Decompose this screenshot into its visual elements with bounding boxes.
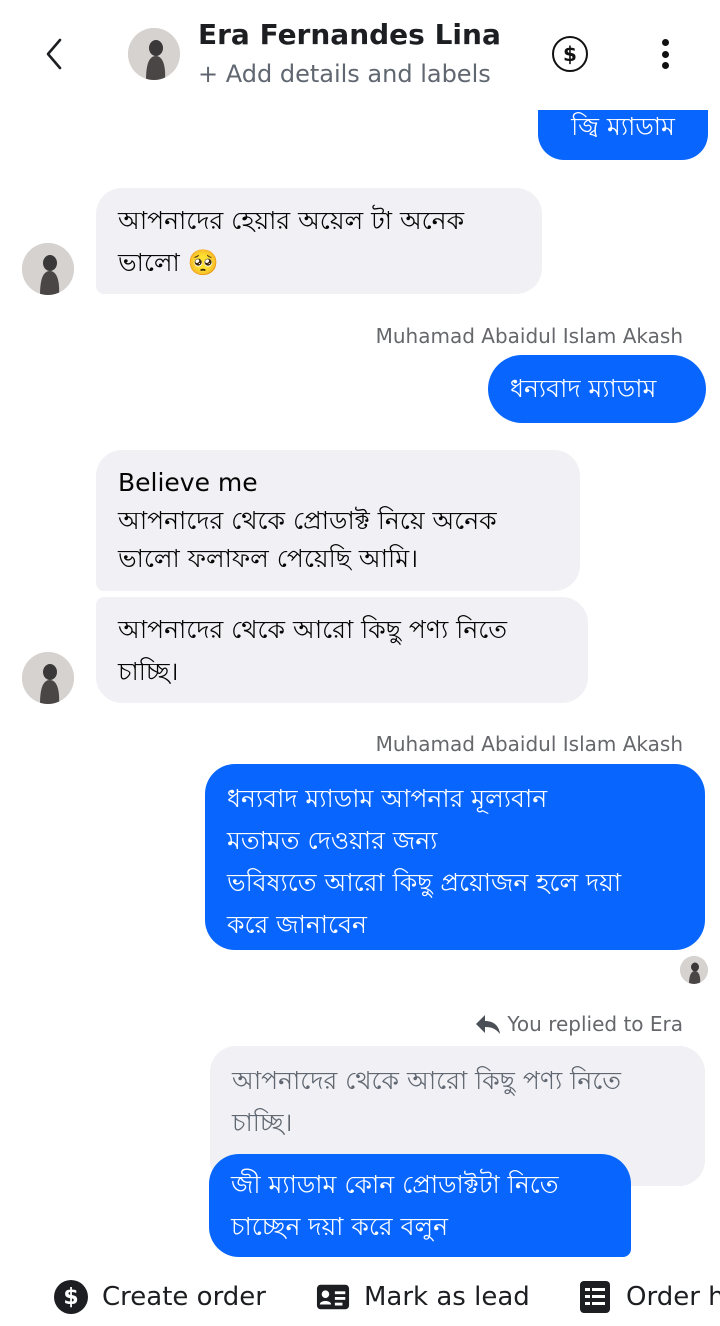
avatar[interactable] xyxy=(22,652,74,704)
contact-name[interactable]: Era Fernandes Lina xyxy=(198,18,501,51)
avatar[interactable] xyxy=(22,243,74,295)
reply-indicator: You replied to Era xyxy=(475,1012,683,1036)
person-photo-icon xyxy=(22,652,74,704)
mark-as-lead-button[interactable]: Mark as lead xyxy=(316,1268,530,1326)
message-bubble-outgoing[interactable]: জী ম্যাডাম কোন প্রোডাক্টটা নিতে চাচ্ছেন … xyxy=(209,1154,631,1257)
order-history-label: Order h xyxy=(626,1282,720,1312)
order-history-button[interactable]: Order h xyxy=(578,1268,720,1326)
receipt-list-icon xyxy=(578,1280,612,1314)
quick-actions-bar: $ Create order Mark as lead Order h xyxy=(0,1268,720,1326)
person-photo-icon xyxy=(128,28,180,80)
sender-name: Muhamad Abaidul Islam Akash xyxy=(375,732,683,756)
payments-button[interactable]: $ xyxy=(552,36,588,72)
message-bubble-incoming[interactable]: Believe me আপনাদের থেকে প্রোডাক্ট নিয়ে … xyxy=(96,450,580,591)
more-options-button[interactable] xyxy=(648,36,682,72)
reply-label-text: You replied to Era xyxy=(507,1012,683,1036)
message-bubble-incoming[interactable]: আপনাদের হেয়ার অয়েল টা অনেক ভালো 🥺 xyxy=(96,188,542,294)
read-receipt-avatar xyxy=(680,956,708,984)
chat-thread: জ্বি ম্যাডাম আপনাদের হেয়ার অয়েল টা অনে… xyxy=(0,0,720,1326)
more-vertical-icon xyxy=(661,39,669,46)
conversation-header: Era Fernandes Lina + Add details and lab… xyxy=(0,0,720,110)
reply-arrow-icon xyxy=(476,1015,501,1034)
dollar-circle-icon: $ xyxy=(563,42,577,66)
id-card-icon xyxy=(316,1280,350,1314)
create-order-label: Create order xyxy=(102,1282,266,1312)
back-button[interactable] xyxy=(34,34,74,74)
contact-avatar[interactable] xyxy=(128,28,180,80)
mark-as-lead-label: Mark as lead xyxy=(364,1282,530,1312)
dollar-circle-filled-icon: $ xyxy=(54,1280,88,1314)
person-photo-icon xyxy=(680,956,708,984)
chevron-left-icon xyxy=(46,38,62,70)
message-bubble-outgoing[interactable]: ধন্যবাদ ম্যাডাম আপনার মূল্যবান মতামত দেও… xyxy=(205,764,705,950)
add-details-link[interactable]: + Add details and labels xyxy=(198,60,491,88)
message-bubble-incoming[interactable]: আপনাদের থেকে আরো কিছু পণ্য নিতে চাচ্ছি। xyxy=(96,597,588,703)
create-order-button[interactable]: $ Create order xyxy=(54,1268,266,1326)
person-photo-icon xyxy=(22,243,74,295)
sender-name: Muhamad Abaidul Islam Akash xyxy=(375,324,683,348)
message-bubble-outgoing[interactable]: ধন্যবাদ ম্যাডাম xyxy=(488,355,706,423)
